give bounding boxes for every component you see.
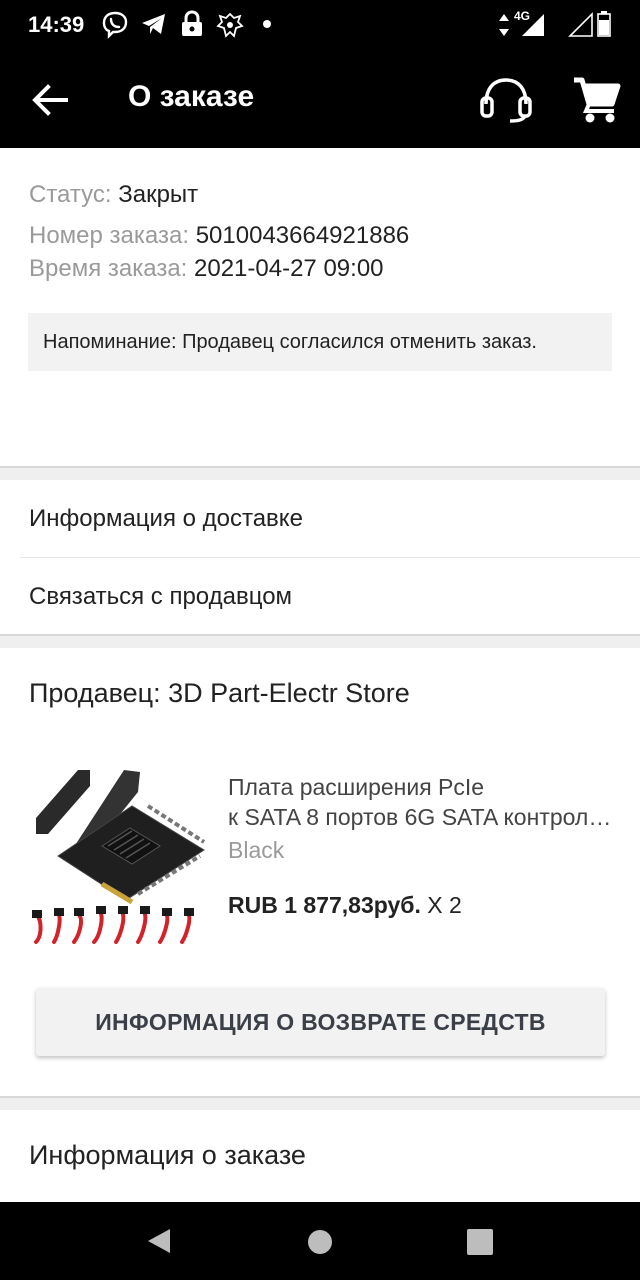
product-name-line2: к SATA 8 портов 6G SATA контроллер [228,804,618,830]
data-arrows-icon [499,14,509,36]
status-bar: 14:39 4G [0,0,640,50]
order-status-row: Статус: Закрыт [29,181,198,209]
section-gap [0,634,640,648]
emblem-icon [216,12,244,38]
product-name[interactable]: Плата расширения PcIe к SATA 8 портов 6G… [228,772,618,832]
contact-seller-link[interactable]: Связаться с продавцом [20,558,640,636]
telegram-icon [142,14,165,34]
nav-back-icon[interactable] [144,1226,174,1256]
order-time-label: Время заказа: [29,255,188,282]
page-title: О заказе [128,80,255,113]
viber-icon [102,11,128,39]
app-header: О заказе [0,50,640,148]
system-nav-bar [0,1202,640,1280]
product-price: RUB 1 877,83руб. [228,892,421,918]
order-time-row: Время заказа: 2021-04-27 09:00 [29,255,384,283]
nav-recents-icon[interactable] [466,1228,494,1256]
dot-icon [263,20,271,28]
refund-info-button[interactable]: ИНФОРМАЦИЯ О ВОЗВРАТЕ СРЕДСТВ [36,988,605,1056]
lock-icon [182,10,202,36]
product-price-row: RUB 1 877,83руб. X 2 [228,892,462,919]
product-variant: Black [228,837,285,863]
status-time: 14:39 [28,12,85,37]
product-image[interactable] [28,766,208,946]
arrow-left-icon[interactable] [30,80,70,120]
order-info-link[interactable]: Информация о заказе [29,1140,306,1171]
order-time-value: 2021-04-27 09:00 [194,255,384,282]
order-number-label: Номер заказа: [29,222,190,249]
section-gap [0,1096,640,1110]
section-gap [0,466,640,480]
headset-icon[interactable] [478,74,534,124]
order-status-section: Статус: Закрыт Номер заказа: 50100436649… [0,148,640,466]
nav-home-icon[interactable] [306,1228,334,1256]
order-number-row: Номер заказа: 5010043664921886 [29,222,409,250]
signal-empty-icon [568,12,593,37]
order-status-value: Закрыт [118,181,199,208]
product-name-line1: Плата расширения PcIe [228,774,485,800]
delivery-info-link[interactable]: Информация о доставке [20,480,640,558]
signal-icon [522,14,544,36]
order-number-value[interactable]: 5010043664921886 [196,222,410,249]
reminder-notice: Напоминание: Продавец согласился отменит… [28,313,612,371]
order-status-label: Статус: [29,181,112,208]
product-quantity: X 2 [427,892,462,918]
cart-icon[interactable] [572,74,622,124]
seller-name[interactable]: Продавец: 3D Part-Electr Store [29,678,410,709]
battery-icon [597,11,611,37]
